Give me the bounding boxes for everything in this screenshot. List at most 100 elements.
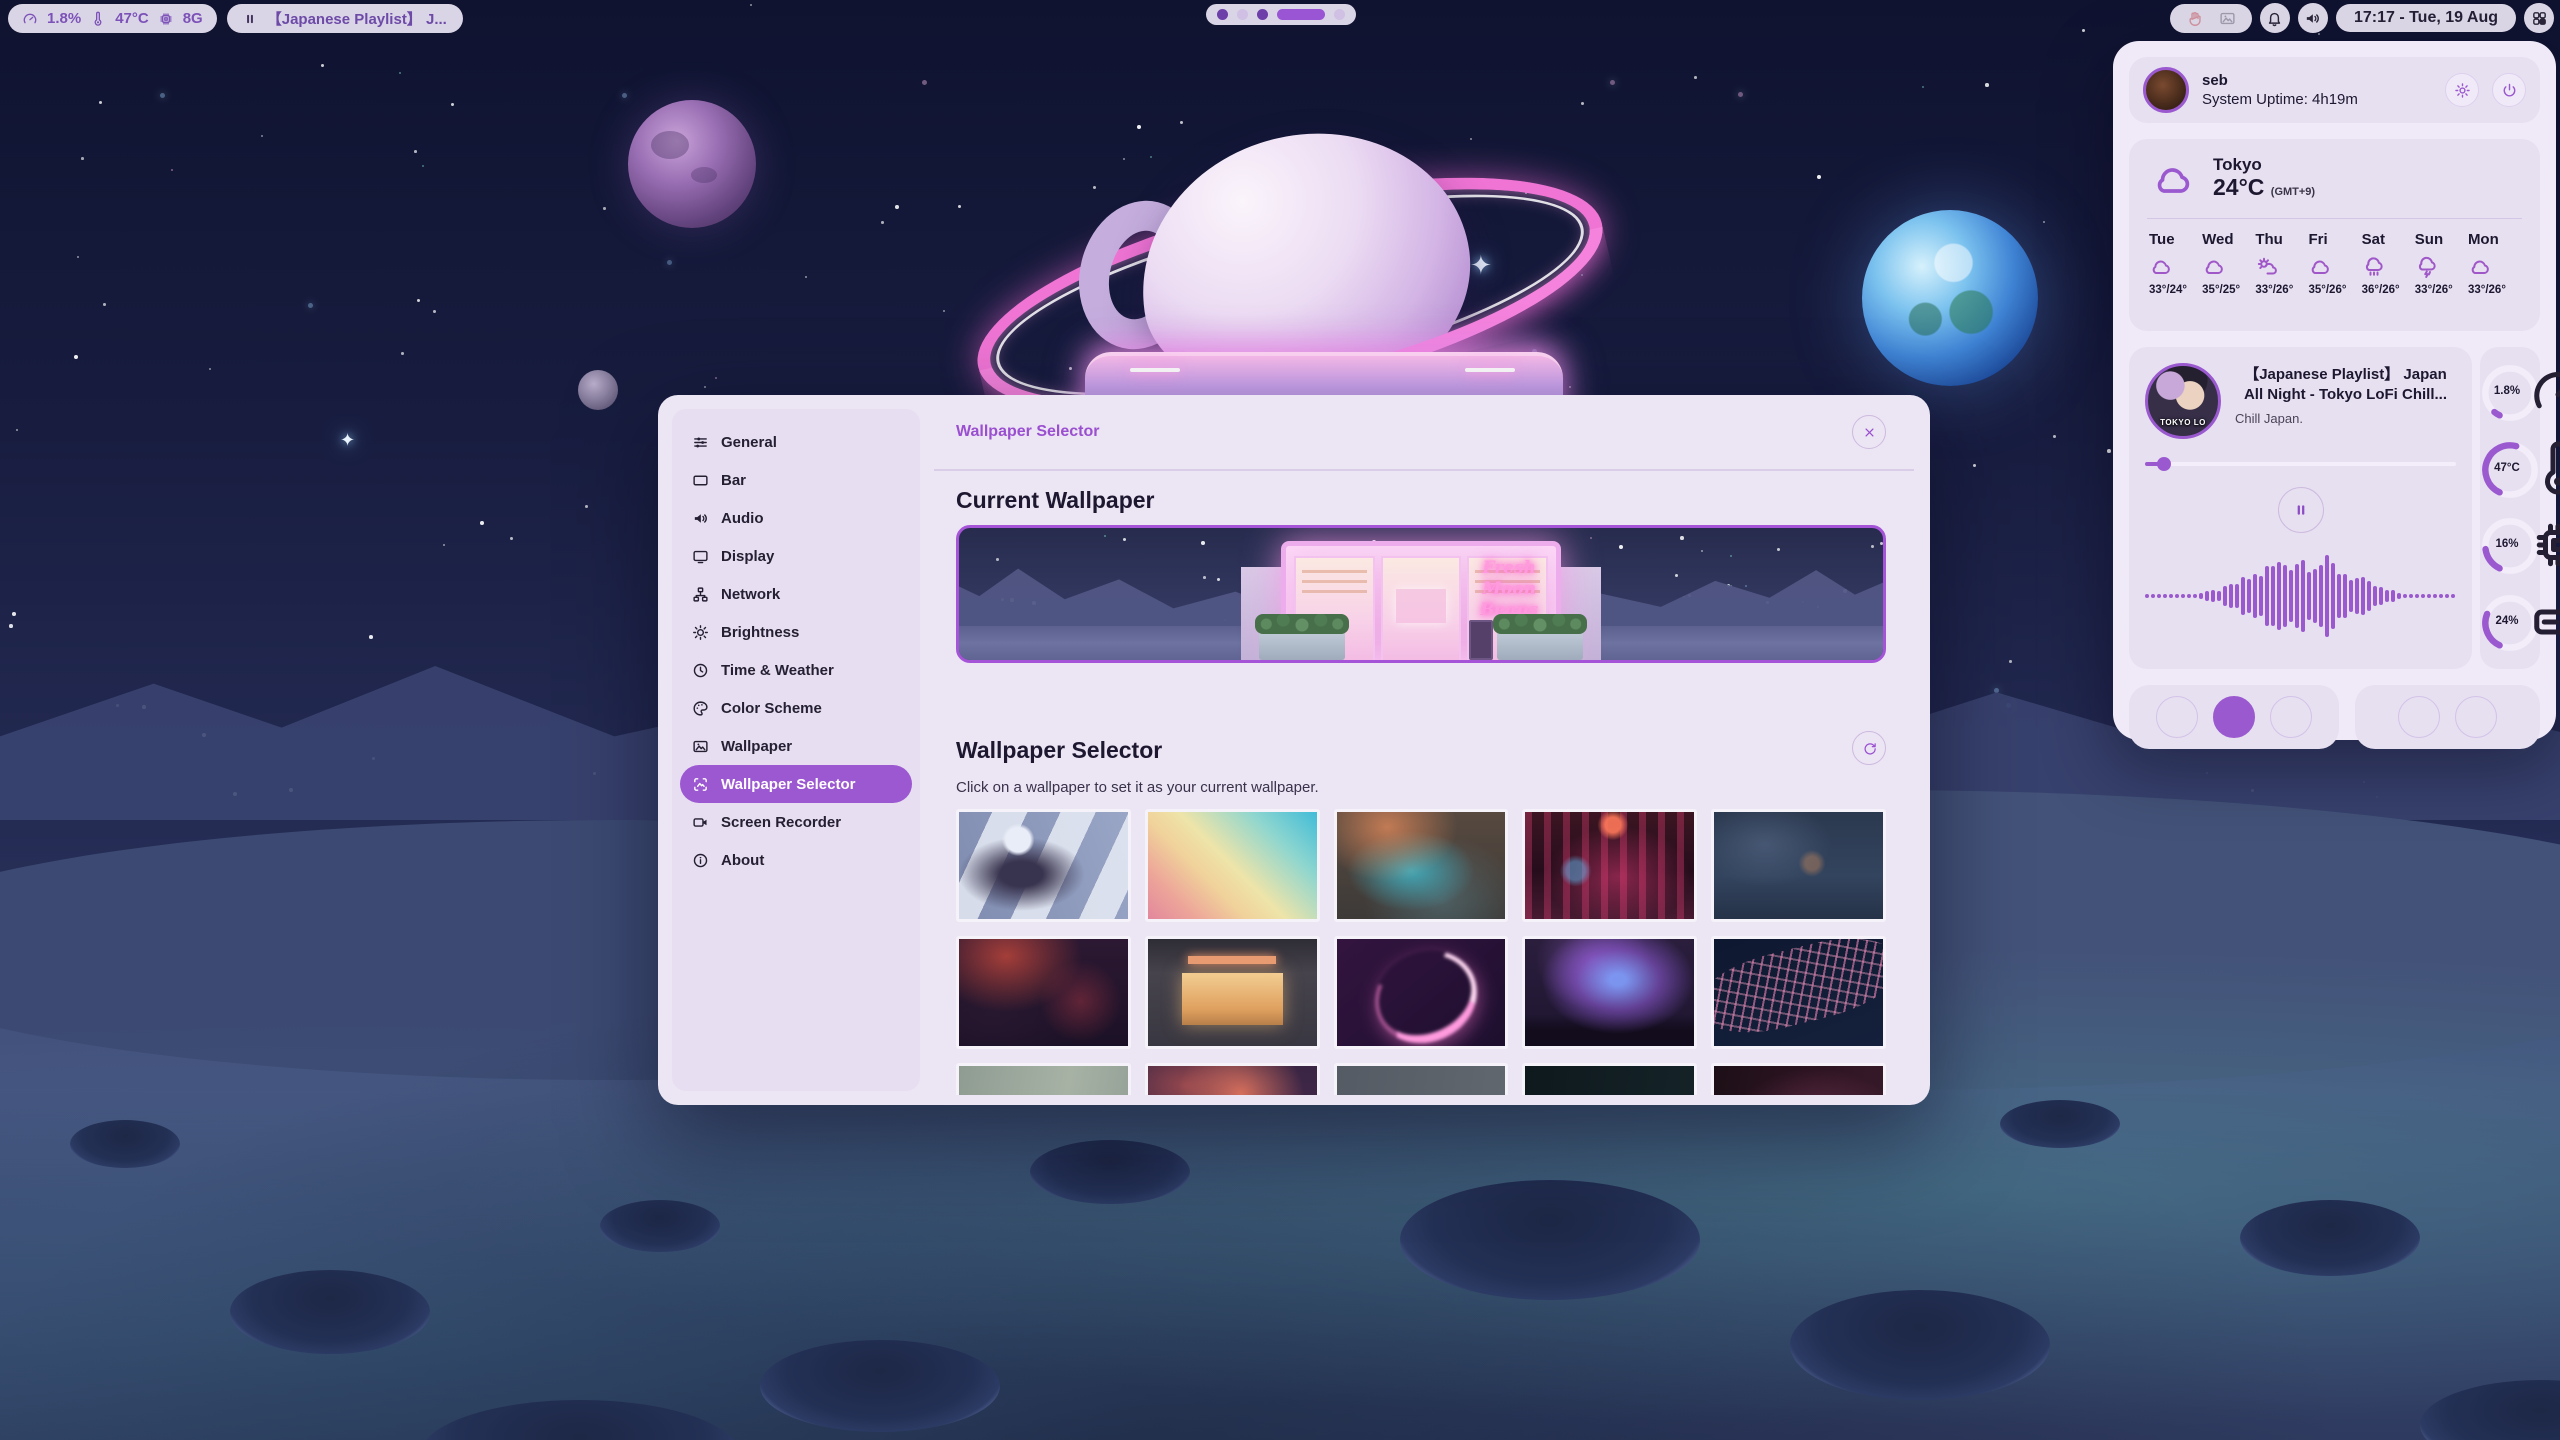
forecast-day-label: Fri xyxy=(2308,231,2360,248)
refresh-icon xyxy=(1862,741,1877,756)
wallpaper-thumbnail[interactable] xyxy=(956,809,1131,922)
weather-forecast: Tue 33°/24° Wed 35°/25° Thu 33°/26° Fri … xyxy=(2147,231,2522,296)
waveform-bar xyxy=(2229,584,2233,608)
planter xyxy=(1497,630,1583,660)
workspace-dot[interactable] xyxy=(1277,9,1325,20)
sidebar-item[interactable]: Brightness xyxy=(680,613,912,651)
cafe-door xyxy=(1381,556,1462,660)
sidebar-item[interactable]: Wallpaper xyxy=(680,727,912,765)
wallpaper-button[interactable] xyxy=(2455,696,2497,738)
notifications-button[interactable] xyxy=(2260,3,2290,33)
sidebar-item[interactable]: Display xyxy=(680,537,912,575)
slider-knob[interactable] xyxy=(2157,457,2171,471)
system-gauge: 47°C xyxy=(2480,440,2540,500)
cloud-icon xyxy=(2308,255,2332,277)
media-player-pill[interactable]: 【Japanese Playlist】 J... xyxy=(227,4,463,33)
waveform-bar xyxy=(2217,591,2221,601)
system-stats-pill[interactable]: 1.8% 47°C 8G xyxy=(8,4,217,33)
wallpaper-thumbnail[interactable] xyxy=(1334,809,1509,922)
sidebar-item-label: Wallpaper xyxy=(721,738,792,755)
dashboard-toggle[interactable] xyxy=(2524,3,2554,33)
performance-toggle[interactable] xyxy=(2156,696,2198,738)
forecast-day-label: Tue xyxy=(2149,231,2201,248)
waveform-bar xyxy=(2319,565,2323,628)
forecast-day: Thu 33°/26° xyxy=(2255,231,2307,296)
wallpaper-thumbnail[interactable] xyxy=(1334,936,1509,1049)
waveform-bar xyxy=(2235,584,2239,607)
forecast-temps: 36°/26° xyxy=(2362,284,2414,296)
sidebar-item[interactable]: Network xyxy=(680,575,912,613)
wallpaper-thumbnail[interactable] xyxy=(1145,936,1320,1049)
sidebar-item-label: Time & Weather xyxy=(721,662,834,679)
waveform-bar xyxy=(2337,574,2341,619)
sidebar-item[interactable]: Screen Recorder xyxy=(680,803,912,841)
forecast-day: Sat 36°/26° xyxy=(2362,231,2414,296)
sidebar-item[interactable]: Bar xyxy=(680,461,912,499)
wallpaper-thumbnail[interactable] xyxy=(1711,936,1886,1049)
forecast-temps: 33°/24° xyxy=(2149,284,2201,296)
sidebar-item[interactable]: Audio xyxy=(680,499,912,537)
power-profile-card xyxy=(2129,685,2339,749)
workspace-dot[interactable] xyxy=(1237,9,1248,20)
menu-board xyxy=(1469,620,1493,660)
waveform-bar xyxy=(2325,555,2329,637)
wallpaper-grid xyxy=(956,809,1886,1095)
thermometer-icon xyxy=(90,11,106,27)
wallpaper-thumbnail[interactable] xyxy=(956,1063,1131,1095)
wallpaper-thumbnail[interactable] xyxy=(1522,936,1697,1049)
wallpaper-thumbnail[interactable] xyxy=(1145,809,1320,922)
waveform-bar xyxy=(2265,566,2269,627)
waveform-bar xyxy=(2397,593,2401,600)
screen-record-button[interactable] xyxy=(2398,696,2440,738)
current-wallpaper-preview: Fresh Moon Beans xyxy=(956,525,1886,663)
close-button[interactable] xyxy=(1852,415,1886,449)
system-uptime: System Uptime: 4h19m xyxy=(2202,91,2432,108)
forecast-day-label: Thu xyxy=(2255,231,2307,248)
waveform-bar xyxy=(2247,579,2251,612)
tray-image-icon[interactable] xyxy=(2219,10,2236,27)
slider-track xyxy=(2145,462,2456,466)
sidebar-item-label: Color Scheme xyxy=(721,700,822,717)
sidebar-item[interactable]: General xyxy=(680,423,912,461)
system-gauge: 1.8% xyxy=(2480,363,2540,423)
sidebar-item[interactable]: About xyxy=(680,841,912,879)
cpu-temp: 47°C xyxy=(115,10,149,27)
sidebar-item[interactable]: Time & Weather xyxy=(680,651,912,689)
clock[interactable]: 17:17 - Tue, 19 Aug xyxy=(2336,4,2516,32)
settings-button[interactable] xyxy=(2445,73,2479,107)
pause-button[interactable] xyxy=(2278,487,2324,533)
powersave-toggle[interactable] xyxy=(2270,696,2312,738)
rain-icon xyxy=(2362,255,2386,277)
sidebar-item[interactable]: Color Scheme xyxy=(680,689,912,727)
wallpaper-thumbnail[interactable] xyxy=(1711,809,1886,922)
waveform-bar xyxy=(2355,578,2359,614)
wallpaper-thumbnail[interactable] xyxy=(1522,809,1697,922)
seek-slider[interactable] xyxy=(2145,457,2456,471)
waveform-bar xyxy=(2259,576,2263,617)
wallpaper-thumbnail[interactable] xyxy=(1522,1063,1697,1095)
workspace-dot[interactable] xyxy=(1334,9,1345,20)
wallpaper-thumbnail[interactable] xyxy=(1334,1063,1509,1095)
balanced-toggle[interactable] xyxy=(2213,696,2255,738)
refresh-button[interactable] xyxy=(1852,731,1886,765)
waveform-bar xyxy=(2451,594,2455,599)
forecast-day: Wed 35°/25° xyxy=(2202,231,2254,296)
wallpaper-thumbnail[interactable] xyxy=(956,936,1131,1049)
power-button[interactable] xyxy=(2492,73,2526,107)
user-card: seb System Uptime: 4h19m xyxy=(2129,57,2540,123)
gauge-value: 1.8% xyxy=(2480,385,2534,397)
workspace-dot[interactable] xyxy=(1257,9,1268,20)
storm-icon xyxy=(2415,255,2439,277)
waveform-bar xyxy=(2283,565,2287,628)
dashboard-panel: seb System Uptime: 4h19m Tokyo 24°C (GMT… xyxy=(2113,41,2556,740)
speaker-icon xyxy=(692,510,709,527)
waveform-bar xyxy=(2199,593,2203,598)
workspace-indicator[interactable] xyxy=(1206,4,1356,25)
sidebar-item[interactable]: Wallpaper Selector xyxy=(680,765,912,803)
username: seb xyxy=(2202,72,2432,89)
wallpaper-thumbnail[interactable] xyxy=(1711,1063,1886,1095)
volume-button[interactable] xyxy=(2298,3,2328,33)
tray-app-icon[interactable] xyxy=(2186,10,2203,27)
workspace-dot[interactable] xyxy=(1217,9,1228,20)
wallpaper-thumbnail[interactable] xyxy=(1145,1063,1320,1095)
